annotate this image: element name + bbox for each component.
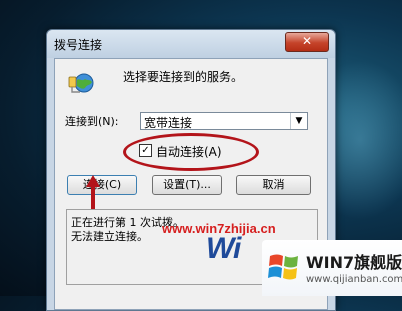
chevron-down-icon[interactable]: ▼: [290, 113, 307, 129]
title-bar[interactable]: 拨号连接 ✕: [47, 30, 335, 58]
close-button[interactable]: ✕: [285, 32, 329, 52]
settings-button[interactable]: 设置(T)...: [152, 175, 222, 195]
cancel-button[interactable]: 取消: [236, 175, 311, 195]
connect-to-label: 连接到(N):: [65, 115, 119, 128]
annotation-circle: [123, 133, 259, 171]
connection-select-value: 宽带连接: [144, 116, 193, 130]
window-title: 拨号连接: [54, 38, 103, 52]
network-globe-icon: [68, 73, 94, 93]
brand-name: WIN7旗舰版: [306, 253, 402, 272]
windows-logo-icon: [268, 254, 298, 280]
connect-button[interactable]: 连接(C): [67, 175, 137, 195]
watermark-logo-text: Wi: [206, 232, 241, 265]
brand-badge: WIN7旗舰版 www.qijianban.com: [262, 240, 402, 296]
connection-select[interactable]: 宽带连接 ▼: [140, 112, 308, 130]
prompt-text: 选择要连接到的服务。: [123, 70, 244, 84]
brand-url: www.qijianban.com: [306, 274, 402, 285]
status-line-2: 无法建立连接。: [71, 230, 148, 243]
